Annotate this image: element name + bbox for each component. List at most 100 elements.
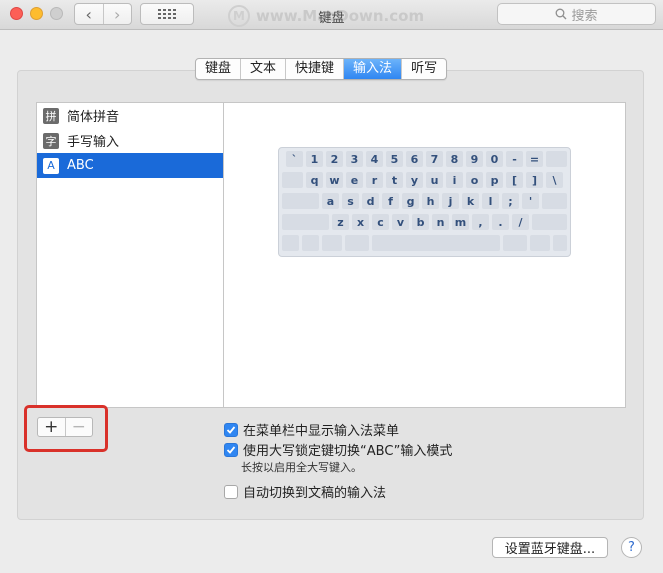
keyboard-key: j [442, 193, 459, 209]
caps-lock-hint: 长按以启用全大写键入。 [241, 461, 362, 474]
keyboard-key: ; [502, 193, 519, 209]
keyboard-key: ` [286, 151, 303, 167]
keyboard-key: 4 [366, 151, 383, 167]
keyboard-key: f [382, 193, 399, 209]
keyboard-key: i [446, 172, 463, 188]
search-icon [556, 8, 567, 20]
keyboard-key: ' [522, 193, 539, 209]
auto-switch-label: 自动切换到文稿的输入法 [243, 486, 387, 501]
keyboard-key: l [482, 193, 499, 209]
keyboard-key: e [346, 172, 363, 188]
keyboard-key: 8 [446, 151, 463, 167]
keyboard-key: d [362, 193, 379, 209]
keyboard-key: h [422, 193, 439, 209]
keyboard-key-blank [282, 172, 303, 188]
keyboard-preferences-window: ‹ › M www.MacDown.com 键盘 搜索 键盘 文本 快捷键 输入… [0, 0, 663, 573]
tab-keyboard[interactable]: 键盘 [196, 59, 240, 79]
caps-lock-switch-label: 使用大写锁定键切换“ABC”输入模式 [243, 444, 453, 459]
keyboard-key: a [322, 193, 339, 209]
search-placeholder: 搜索 [571, 8, 598, 24]
keyboard-key: 7 [426, 151, 443, 167]
keyboard-key: y [406, 172, 423, 188]
list-item-handwriting[interactable]: 字 手写输入 [37, 128, 223, 153]
keyboard-key: / [512, 214, 529, 230]
keyboard-key: . [492, 214, 509, 230]
checkmark-icon [226, 445, 236, 454]
keyboard-key: 5 [386, 151, 403, 167]
abc-icon: A [43, 157, 59, 174]
keyboard-key: z [332, 214, 349, 230]
keyboard-key: g [402, 193, 419, 209]
title-bar: ‹ › M www.MacDown.com 键盘 搜索 [0, 0, 663, 30]
keyboard-key: c [372, 214, 389, 230]
show-input-menu-option[interactable]: 在菜单栏中显示输入法菜单 [224, 420, 399, 439]
keyboard-key: = [526, 151, 543, 167]
keyboard-key: r [366, 172, 383, 188]
keyboard-key: 3 [346, 151, 363, 167]
keyboard-key: u [426, 172, 443, 188]
keyboard-key-blank [372, 235, 500, 251]
keyboard-key: [ [506, 172, 523, 188]
keyboard-key: k [462, 193, 479, 209]
keyboard-row-home: a s d f g h j k l; ' [282, 193, 567, 210]
keyboard-key: p [486, 172, 503, 188]
list-item-pinyin[interactable]: 拼 简体拼音 [37, 103, 223, 128]
keyboard-key-blank [282, 193, 319, 209]
keyboard-key: b [412, 214, 429, 230]
handwriting-icon: 字 [43, 132, 59, 149]
tab-dictation[interactable]: 听写 [401, 59, 446, 79]
keyboard-row-space [282, 235, 567, 252]
setup-bluetooth-keyboard-button[interactable]: 设置蓝牙键盘... [492, 537, 608, 558]
keyboard-key-blank [553, 235, 567, 251]
keyboard-key: - [506, 151, 523, 167]
show-input-menu-checkbox[interactable] [224, 422, 238, 437]
keyboard-layout-preview: ` 1 2 3 4 5 6 7 8 9 0- = q w e r t y u i o p[] \ a s d f g h j k l; ' … [278, 147, 571, 257]
list-item-label: 简体拼音 [67, 110, 120, 125]
input-source-list: 拼 简体拼音 字 手写输入 A ABC [36, 102, 224, 408]
caps-lock-switch-checkbox[interactable] [224, 442, 238, 457]
keyboard-key: q [306, 172, 323, 188]
keyboard-key-blank [546, 151, 567, 167]
checkmark-icon [226, 425, 236, 434]
keyboard-key: m [452, 214, 469, 230]
auto-switch-option[interactable]: 自动切换到文稿的输入法 [224, 482, 386, 501]
keyboard-key: v [392, 214, 409, 230]
keyboard-key-blank [503, 235, 527, 251]
keyboard-key-blank [322, 235, 342, 251]
list-item-abc[interactable]: A ABC [37, 153, 223, 178]
keyboard-row-top: q w e r t y u i o p[] \ [282, 172, 567, 189]
tab-text[interactable]: 文本 [240, 59, 285, 79]
show-input-menu-label: 在菜单栏中显示输入法菜单 [243, 424, 400, 439]
keyboard-key: x [352, 214, 369, 230]
help-button[interactable]: ? [621, 537, 642, 558]
tab-bar: 键盘 文本 快捷键 输入法 听写 [195, 58, 448, 80]
keyboard-key: \ [546, 172, 563, 188]
keyboard-key: 6 [406, 151, 423, 167]
keyboard-key: 0 [486, 151, 503, 167]
search-field[interactable]: 搜索 [497, 3, 656, 25]
keyboard-key-blank [542, 193, 567, 209]
keyboard-row-numbers: ` 1 2 3 4 5 6 7 8 9 0- = [282, 151, 567, 168]
keyboard-key: s [342, 193, 359, 209]
tab-input-sources[interactable]: 输入法 [343, 59, 402, 79]
tab-shortcuts[interactable]: 快捷键 [285, 59, 343, 79]
keyboard-key: o [466, 172, 483, 188]
annotation-highlight-box [24, 405, 108, 452]
keyboard-key-blank [532, 214, 567, 230]
keyboard-key-blank [302, 235, 319, 251]
keyboard-key-blank [530, 235, 550, 251]
keyboard-key: t [386, 172, 403, 188]
list-item-label: 手写输入 [67, 135, 120, 150]
keyboard-key-blank [345, 235, 369, 251]
list-item-label: ABC [67, 158, 94, 173]
caps-lock-switch-option[interactable]: 使用大写锁定键切换“ABC”输入模式 [224, 440, 452, 459]
keyboard-key-blank [282, 235, 299, 251]
keyboard-row-bottom: z x c v b n m,. / [282, 214, 567, 231]
auto-switch-checkbox[interactable] [224, 484, 238, 499]
keyboard-key: 2 [326, 151, 343, 167]
keyboard-key: 9 [466, 151, 483, 167]
keyboard-key: , [472, 214, 489, 230]
keyboard-key: n [432, 214, 449, 230]
keyboard-key-blank [282, 214, 329, 230]
keyboard-key: w [326, 172, 343, 188]
